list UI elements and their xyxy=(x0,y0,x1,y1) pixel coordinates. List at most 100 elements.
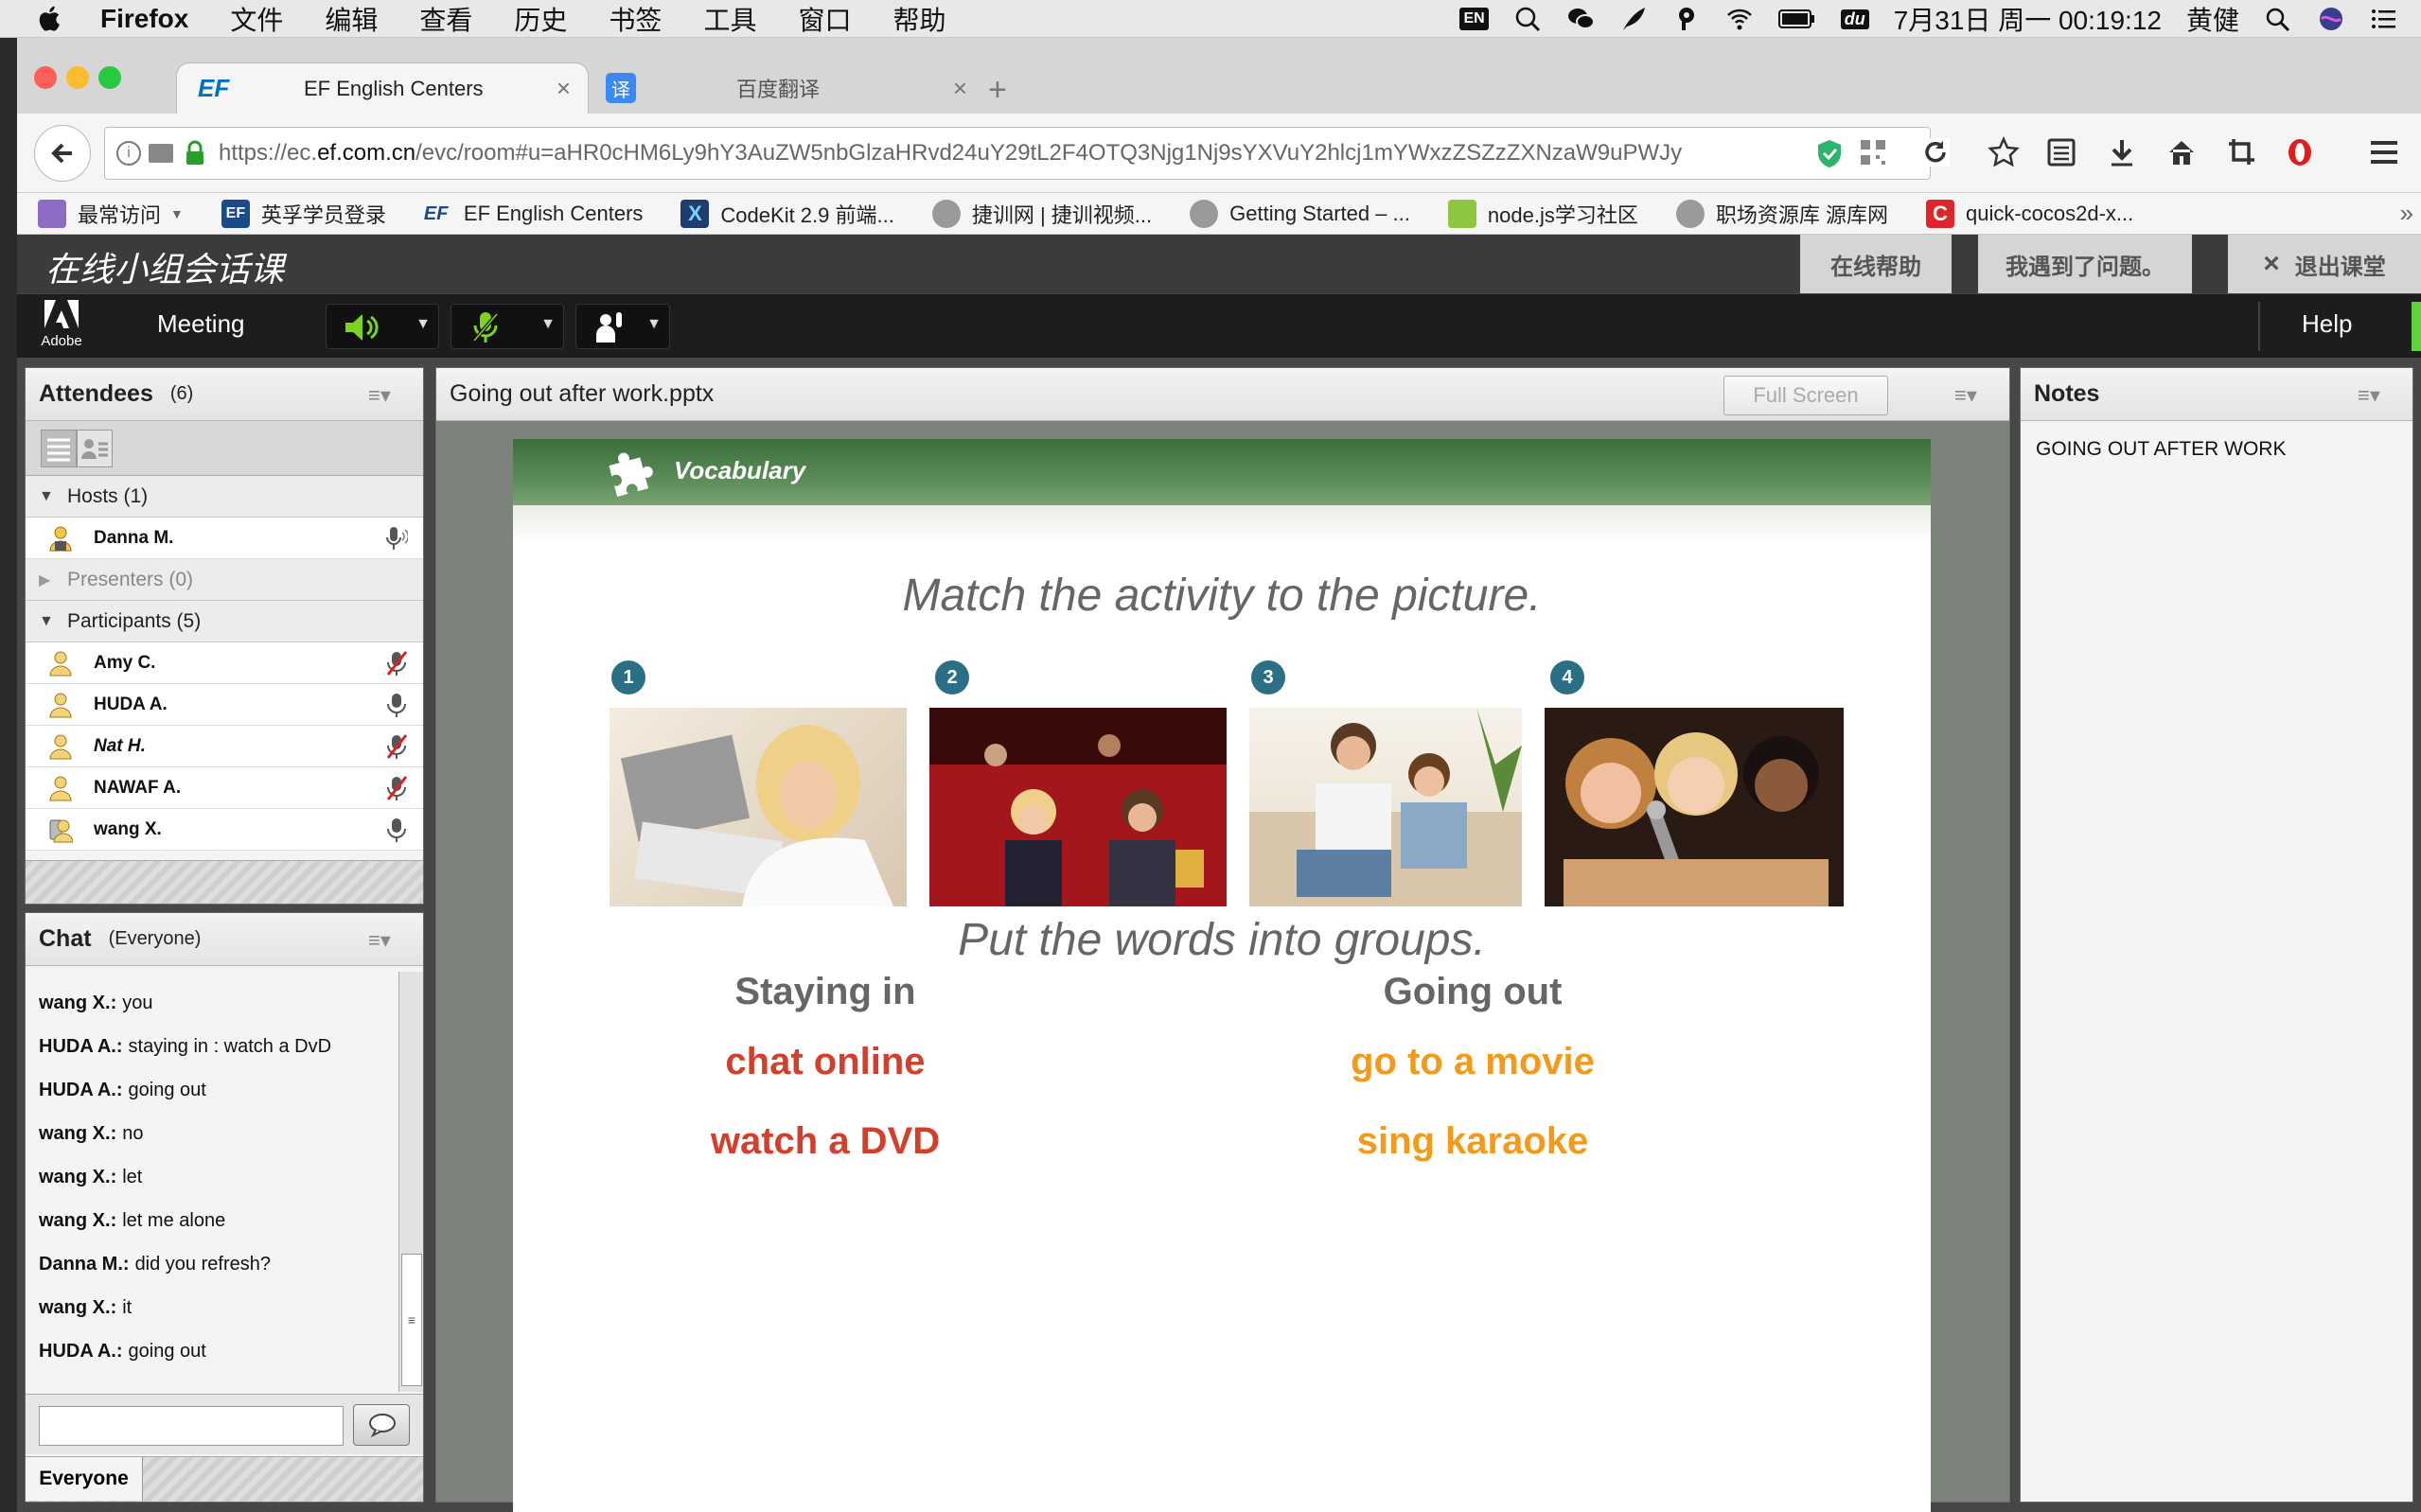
screenshot-tool-icon[interactable] xyxy=(1513,6,1542,32)
chevron-down-icon[interactable]: ▼ xyxy=(415,316,431,333)
meeting-menu[interactable]: Meeting xyxy=(157,309,245,339)
microphone-toggle-button[interactable]: ▼ xyxy=(451,304,564,349)
microphone-disabled-icon xyxy=(386,651,408,676)
tab-baidu-translate[interactable]: 译 百度翻译 × xyxy=(589,62,984,114)
speaker-toggle-button[interactable]: ▼ xyxy=(326,304,439,349)
menu-app-name[interactable]: Firefox xyxy=(100,4,188,34)
spotlight-search-icon[interactable] xyxy=(2264,6,2292,32)
back-button[interactable] xyxy=(34,125,91,182)
menu-window[interactable]: 窗口 xyxy=(798,0,851,38)
pod-options-icon[interactable]: ≡▾ xyxy=(368,928,398,952)
menu-tools[interactable]: 工具 xyxy=(703,0,756,38)
site-info-icon[interactable]: i xyxy=(116,141,141,166)
window-close-button[interactable] xyxy=(34,66,57,89)
notes-body[interactable]: GOING OUT AFTER WORK xyxy=(2021,421,2412,478)
attendee-participant[interactable]: Amy C. xyxy=(26,642,423,684)
bookmark-ef-login[interactable]: EF 英孚学员登录 xyxy=(221,199,386,229)
attendee-name: Danna M. xyxy=(94,527,174,548)
qr-code-icon[interactable] xyxy=(1859,138,1887,167)
attendee-participant[interactable]: HUDA A. xyxy=(26,684,423,726)
attendee-host-danna[interactable]: Danna M. xyxy=(26,518,423,559)
attendee-participant[interactable]: Nat H. xyxy=(26,726,423,767)
exit-class-button[interactable]: × 退出课堂 xyxy=(2228,235,2421,293)
notification-center-icon[interactable] xyxy=(2370,6,2398,32)
opera-o-icon[interactable] xyxy=(2285,136,2315,168)
battery-icon[interactable] xyxy=(1777,8,1816,30)
tab-ef-english-centers[interactable]: EF EF English Centers × xyxy=(176,62,589,114)
chat-sender: wang X.: xyxy=(39,1166,117,1187)
bookmark-nodejs[interactable]: node.js学习社区 xyxy=(1447,199,1638,229)
pod-options-icon[interactable]: ≡▾ xyxy=(1954,383,1985,407)
help-menu[interactable]: Help xyxy=(2302,309,2352,339)
presentation-slide[interactable]: Vocabulary Match the activity to the pic… xyxy=(513,439,1931,1512)
bookmark-star-icon[interactable] xyxy=(1988,136,2020,168)
scrollbar-thumb[interactable]: ≡ xyxy=(401,1254,422,1386)
full-screen-button[interactable]: Full Screen xyxy=(1723,376,1888,415)
shield-check-icon[interactable] xyxy=(1815,138,1844,168)
crop-screenshot-icon[interactable] xyxy=(2226,136,2256,168)
user-name[interactable]: 黄健 xyxy=(2186,0,2239,38)
menu-file[interactable]: 文件 xyxy=(230,0,283,38)
baidu-du-icon[interactable]: du xyxy=(1840,9,1869,29)
word-card-staying-in[interactable]: watch a DVD xyxy=(589,1120,1062,1163)
word-card-going-out[interactable]: go to a movie xyxy=(1236,1041,1709,1083)
raise-hand-person-icon xyxy=(596,312,622,343)
menu-view[interactable]: 查看 xyxy=(419,0,472,38)
chat-message-input[interactable] xyxy=(39,1406,344,1446)
hamburger-menu-icon[interactable] xyxy=(2368,138,2400,167)
wifi-icon[interactable] xyxy=(1725,6,1754,32)
word-card-staying-in[interactable]: chat online xyxy=(589,1041,1062,1083)
pod-options-icon[interactable]: ≡▾ xyxy=(368,383,398,407)
chat-message-list[interactable]: wang X.: you HUDA A.: staying in : watch a… xyxy=(26,972,398,1392)
chevron-down-icon[interactable]: ▼ xyxy=(646,316,662,333)
p-app-icon[interactable] xyxy=(1672,6,1701,32)
bookmark-jiexun[interactable]: 捷训网 | 捷训视频... xyxy=(931,199,1152,229)
siri-icon[interactable] xyxy=(2317,6,2345,32)
list-view-button[interactable] xyxy=(41,430,77,467)
bookmarks-overflow-icon[interactable]: » xyxy=(2400,199,2413,228)
home-icon[interactable] xyxy=(2165,136,2198,168)
clock[interactable]: 7月31日 周一 00:19:12 xyxy=(1894,0,2162,38)
feather-icon[interactable] xyxy=(1619,6,1648,32)
word-card-going-out[interactable]: sing karaoke xyxy=(1236,1120,1709,1163)
attendee-participant[interactable]: NAWAF A. xyxy=(26,767,423,809)
chat-audience-tab[interactable]: Everyone xyxy=(26,1457,143,1501)
download-icon[interactable] xyxy=(2107,136,2137,168)
reload-icon[interactable] xyxy=(1921,138,1950,167)
detail-view-button[interactable] xyxy=(77,430,113,467)
reader-list-icon[interactable] xyxy=(2046,136,2076,168)
presenters-group-header[interactable]: ▶ Presenters (0) xyxy=(26,559,423,601)
bookmark-codekit[interactable]: X CodeKit 2.9 前端... xyxy=(680,199,894,229)
attendee-participant[interactable]: wang X. xyxy=(26,809,423,851)
report-problem-button[interactable]: 我遇到了问题。 xyxy=(1978,235,2192,293)
pod-options-icon[interactable]: ≡▾ xyxy=(2358,383,2388,407)
close-tab-icon[interactable]: × xyxy=(953,74,967,103)
raise-hand-status-button[interactable]: ▼ xyxy=(575,304,670,349)
chat-scrollbar[interactable]: ≡ xyxy=(398,972,423,1392)
bookmark-cocos[interactable]: C quick-cocos2d-x... xyxy=(1925,199,2133,228)
permissions-icon[interactable] xyxy=(149,144,173,163)
menu-edit[interactable]: 编辑 xyxy=(325,0,378,38)
input-source-icon[interactable]: EN xyxy=(1459,8,1489,30)
send-message-button[interactable] xyxy=(353,1404,410,1446)
window-minimize-button[interactable] xyxy=(66,66,89,89)
chat-sender: Danna M.: xyxy=(39,1253,130,1275)
new-tab-plus-icon[interactable]: + xyxy=(988,72,1007,109)
menu-history[interactable]: 历史 xyxy=(514,0,567,38)
chevron-down-icon[interactable]: ▼ xyxy=(540,316,556,333)
apple-menu-icon[interactable] xyxy=(34,3,66,35)
participants-group-header[interactable]: ▼ Participants (5) xyxy=(26,601,423,642)
window-maximize-button[interactable] xyxy=(98,66,121,89)
menu-bookmarks[interactable]: 书签 xyxy=(609,0,662,38)
hosts-group-header[interactable]: ▼ Hosts (1) xyxy=(26,476,423,518)
bookmark-getting-started[interactable]: Getting Started – ... xyxy=(1190,199,1410,228)
bookmark-yuanku[interactable]: 职场资源库 源库网 xyxy=(1675,199,1888,229)
bookmark-most-visited[interactable]: 最常访问 ▼ xyxy=(38,199,184,229)
menu-help[interactable]: 帮助 xyxy=(892,0,945,38)
url-bar[interactable]: i https://ec. ef.com.cn/evc/room#u=aHR0cH… xyxy=(104,127,1931,180)
close-tab-icon[interactable]: × xyxy=(557,74,571,103)
bookmark-ef-english-centers[interactable]: EF EF English Centers xyxy=(424,200,644,228)
wechat-icon[interactable] xyxy=(1566,6,1595,32)
chat-text: going out xyxy=(128,1340,206,1362)
online-help-button[interactable]: 在线帮助 xyxy=(1800,235,1952,293)
